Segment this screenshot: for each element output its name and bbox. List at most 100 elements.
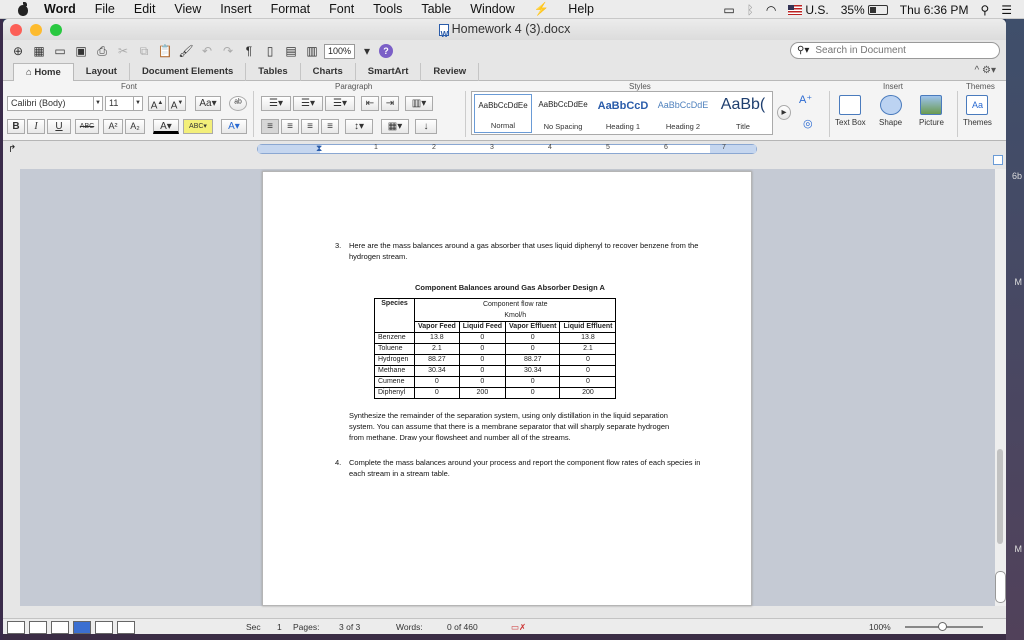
style-title[interactable]: AaBb(Title xyxy=(714,94,772,133)
wifi-icon[interactable]: ◠ xyxy=(766,3,776,17)
search-input[interactable] xyxy=(815,45,986,56)
insert-shape[interactable]: Shape xyxy=(879,95,902,127)
menu-insert[interactable]: Insert xyxy=(220,2,251,16)
tab-tables[interactable]: Tables xyxy=(246,63,301,81)
cut-icon[interactable]: ✂ xyxy=(114,43,132,60)
italic-button[interactable]: I xyxy=(27,119,45,134)
notebook-view-icon[interactable] xyxy=(95,621,113,634)
format-painter-icon[interactable]: 🖌 xyxy=(177,43,195,60)
app-menu[interactable]: Word xyxy=(44,2,76,16)
minimize-button[interactable] xyxy=(30,24,42,36)
bullets-button[interactable]: ☰▾ xyxy=(261,96,291,111)
zoom-slider-knob[interactable] xyxy=(938,622,947,631)
print-layout-view-icon[interactable] xyxy=(73,621,91,634)
style-heading-2[interactable]: AaBbCcDdE Heading 2 xyxy=(654,94,712,133)
style-normal[interactable]: AaBbCcDdEe Normal xyxy=(474,94,532,133)
outline-view-icon[interactable] xyxy=(29,621,47,634)
superscript-button[interactable]: A² xyxy=(103,119,123,134)
battery-status[interactable]: 35% xyxy=(841,3,888,17)
menu-view[interactable]: View xyxy=(174,2,201,16)
search-box[interactable]: ⚲▾ xyxy=(790,42,1000,59)
redo-icon[interactable]: ↷ xyxy=(219,43,237,60)
font-name-box[interactable]: Calibri (Body) ▼ xyxy=(7,96,103,111)
tab-selector-icon[interactable]: ↱ xyxy=(8,144,16,155)
notification-center-icon[interactable]: ☰ xyxy=(1001,3,1012,17)
new-document-icon[interactable]: ⊕ xyxy=(9,43,27,60)
help-icon[interactable]: ? xyxy=(379,44,394,58)
print-icon[interactable]: ⎙ xyxy=(93,43,111,60)
zoom-dropdown-icon[interactable]: ▾ xyxy=(358,43,376,60)
tab-review[interactable]: Review xyxy=(421,63,480,81)
styles-pane-icon[interactable]: A⁺ xyxy=(799,93,812,106)
manage-styles-icon[interactable]: ◎ xyxy=(803,117,813,130)
publishing-view-icon[interactable] xyxy=(51,621,69,634)
draft-view-icon[interactable] xyxy=(7,621,25,634)
input-source-menu[interactable]: U.S. xyxy=(788,3,829,17)
shrink-font-button[interactable]: A▼ xyxy=(168,96,186,111)
tab-document-elements[interactable]: Document Elements xyxy=(130,63,247,81)
font-size-box[interactable]: 11 ▼ xyxy=(105,96,143,111)
strikethrough-button[interactable]: ABC xyxy=(75,119,99,134)
templates-icon[interactable]: ▦ xyxy=(30,43,48,60)
menu-window[interactable]: Window xyxy=(470,2,514,16)
clear-formatting-button[interactable]: ᵃᵇ xyxy=(229,96,247,111)
styles-next-icon[interactable]: ▸ xyxy=(777,105,791,120)
page-navigation-buttons[interactable] xyxy=(995,571,1006,603)
horizontal-ruler[interactable]: ⧗ 1 2 3 4 5 6 7 xyxy=(257,143,757,154)
menu-format[interactable]: Format xyxy=(271,2,311,16)
style-no-spacing[interactable]: AaBbCcDdEe No Spacing xyxy=(534,94,592,133)
close-button[interactable] xyxy=(10,24,22,36)
show-formatting-icon[interactable]: ¶ xyxy=(240,43,258,60)
gallery-icon[interactable]: ▤ xyxy=(282,43,300,60)
font-color-button[interactable]: A▾ xyxy=(153,119,179,134)
toolbox-icon[interactable]: ▥ xyxy=(303,43,321,60)
sort-button[interactable]: ↓ xyxy=(415,119,437,134)
menu-font[interactable]: Font xyxy=(329,2,354,16)
undo-icon[interactable]: ↶ xyxy=(198,43,216,60)
themes-button[interactable]: Aa Themes xyxy=(963,95,992,127)
menu-file[interactable]: File xyxy=(95,2,115,16)
tab-charts[interactable]: Charts xyxy=(301,63,356,81)
save-icon[interactable]: ▣ xyxy=(72,43,90,60)
menu-tools[interactable]: Tools xyxy=(373,2,402,16)
insert-picture[interactable]: Picture xyxy=(919,95,944,127)
insert-text-box[interactable]: Text Box xyxy=(835,95,866,127)
spotlight-icon[interactable]: ⚲ xyxy=(980,3,989,17)
bold-button[interactable]: B xyxy=(7,119,25,134)
menu-table[interactable]: Table xyxy=(421,2,451,16)
script-menu-icon[interactable]: ⚡ xyxy=(534,2,550,17)
align-left-button[interactable]: ≡ xyxy=(261,119,279,134)
tab-layout[interactable]: Layout xyxy=(74,63,130,81)
align-right-button[interactable]: ≡ xyxy=(301,119,319,134)
justify-button[interactable]: ≡ xyxy=(321,119,339,134)
zoom-button[interactable] xyxy=(50,24,62,36)
paste-icon[interactable]: 📋 xyxy=(156,43,174,60)
open-folder-icon[interactable]: ▭ xyxy=(51,43,69,60)
vertical-scrollbar[interactable] xyxy=(995,169,1006,606)
focus-view-icon[interactable] xyxy=(117,621,135,634)
sidebar-icon[interactable]: ▯ xyxy=(261,43,279,60)
text-effects-button[interactable]: A▾ xyxy=(221,119,247,134)
align-center-button[interactable]: ≡ xyxy=(281,119,299,134)
columns-button[interactable]: ▥▾ xyxy=(405,96,433,111)
indent-marker-icon[interactable]: ⧗ xyxy=(316,143,322,154)
grow-font-button[interactable]: A▲ xyxy=(148,96,166,111)
scrollbar-thumb[interactable] xyxy=(997,449,1003,544)
highlight-button[interactable]: ABC▾ xyxy=(183,119,213,134)
change-case-button[interactable]: Aa▾ xyxy=(195,96,221,111)
style-heading-1[interactable]: AaBbCcD Heading 1 xyxy=(594,94,652,133)
airplay-icon[interactable]: ▭ xyxy=(723,3,734,17)
menu-help[interactable]: Help xyxy=(568,2,594,16)
tab-smartart[interactable]: SmartArt xyxy=(356,63,422,81)
menubar-clock[interactable]: Thu 6:36 PM xyxy=(900,3,969,17)
underline-button[interactable]: U xyxy=(47,119,71,134)
apple-menu-icon[interactable] xyxy=(16,2,30,16)
ribbon-options[interactable]: ^ ⚙▾ xyxy=(975,65,996,76)
copy-icon[interactable]: ⧉ xyxy=(135,43,153,60)
subscript-button[interactable]: A₂ xyxy=(125,119,145,134)
zoom-select[interactable]: 100% xyxy=(324,43,356,59)
line-spacing-button[interactable]: ↕▾ xyxy=(345,119,373,134)
document-page[interactable]: 3. Here are the mass balances around a g… xyxy=(262,171,752,606)
tab-home[interactable]: ⌂ Home xyxy=(13,63,74,81)
proofing-error-icon[interactable]: ▭✗ xyxy=(511,622,526,633)
